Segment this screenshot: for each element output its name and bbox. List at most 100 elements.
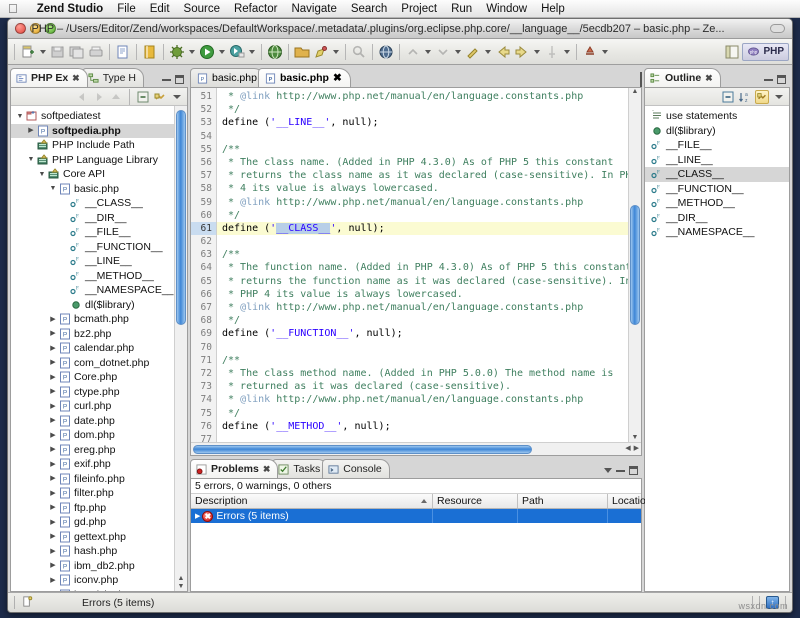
back-icon[interactable] [75, 90, 89, 104]
tree-item[interactable]: ▶Piconv.php [11, 573, 187, 588]
table-row[interactable]: ▶ ✖ Errors (5 items) [191, 509, 641, 523]
chevron-right-icon[interactable]: ▶ [48, 475, 58, 482]
code-line[interactable]: /** [217, 143, 628, 156]
tree-item[interactable]: ▶Pdate.php [11, 414, 187, 429]
tree-item[interactable]: ▶Pbcmath.php [11, 312, 187, 327]
profile-dropdown-icon[interactable] [249, 50, 255, 54]
tree-item[interactable]: ▶Pcom_dotnet.php [11, 356, 187, 371]
tree-item[interactable]: ▶Pcurl.php [11, 399, 187, 414]
problems-empty-area[interactable] [191, 523, 641, 591]
scroll-up-icon[interactable]: ▲ [178, 575, 185, 583]
scroll-up-icon[interactable]: ▲ [632, 88, 639, 96]
tree-item[interactable]: ▼softpediatest [11, 109, 187, 124]
last-edit-location-icon[interactable] [464, 43, 482, 61]
outline-item[interactable]: "use statements [645, 109, 789, 124]
last-edit-dropdown-icon[interactable] [485, 50, 491, 54]
outline-item[interactable]: F__LINE__ [645, 153, 789, 168]
back-icon[interactable] [494, 43, 512, 61]
tab-problems[interactable]: Problems ✖ [190, 459, 278, 478]
chevron-right-icon[interactable]: ▶ [48, 519, 58, 526]
code-line[interactable]: * The function name. (Added in PHP 4.3.0… [217, 261, 628, 274]
tab-outline[interactable]: Outline ✖ [644, 68, 721, 87]
tree-item[interactable]: ▼Core API [11, 167, 187, 182]
code-line[interactable]: * returned as it was declared (case-sens… [217, 380, 628, 393]
outline-item[interactable]: F__FILE__ [645, 138, 789, 153]
browser-icon[interactable] [266, 43, 284, 61]
menu-item-edit[interactable]: Edit [143, 3, 177, 15]
code-line[interactable]: define ('__CLASS__', null); [217, 222, 628, 235]
code-line[interactable]: */ [217, 407, 628, 420]
tree-item[interactable]: dl($library) [11, 298, 187, 313]
menu-item-zend-studio[interactable]: Zend Studio [30, 3, 110, 15]
chevron-right-icon[interactable]: ▶ [48, 345, 58, 352]
next-annotation-dropdown-icon[interactable] [455, 50, 461, 54]
forward-icon[interactable] [92, 90, 106, 104]
link-with-editor-icon[interactable] [153, 90, 167, 104]
close-icon[interactable]: ✖ [333, 72, 342, 84]
code-line[interactable] [217, 341, 628, 354]
code-line[interactable]: */ [217, 209, 628, 222]
explorer-vertical-scrollbar[interactable]: ▲ ▼ [174, 106, 187, 591]
open-perspective-icon[interactable] [723, 43, 741, 61]
maximize-view-icon[interactable] [777, 75, 786, 84]
minimize-view-icon[interactable] [764, 78, 773, 81]
expand-arrow-icon[interactable]: ▶ [195, 512, 200, 520]
debug-icon[interactable] [168, 43, 186, 61]
previous-annotation-icon[interactable] [404, 43, 422, 61]
menu-item-run[interactable]: Run [444, 3, 479, 15]
menu-item-file[interactable]: File [110, 3, 143, 15]
scroll-left-icon[interactable]: ◀ [625, 445, 630, 453]
view-menu-icon[interactable] [772, 90, 786, 104]
menu-item-project[interactable]: Project [394, 3, 444, 15]
outline-tree[interactable]: "use statementsdl($library)F__FILE__F__L… [645, 106, 789, 591]
code-line[interactable]: * PHP 4 its value is always lowercased. [217, 288, 628, 301]
outline-item[interactable]: F__NAMESPACE__ [645, 225, 789, 240]
save-icon[interactable] [49, 43, 67, 61]
cell-description[interactable]: ▶ ✖ Errors (5 items) [191, 509, 433, 523]
view-menu-icon[interactable] [170, 90, 184, 104]
tree-item[interactable]: ▶Pbz2.php [11, 327, 187, 342]
new-dropdown-icon[interactable] [40, 50, 46, 54]
annotation-marker-icon[interactable] [581, 43, 599, 61]
tree-item[interactable]: F__NAMESPACE__ [11, 283, 187, 298]
maximize-view-icon[interactable] [629, 466, 638, 475]
run-icon[interactable] [198, 43, 216, 61]
code-line[interactable]: * The class name. (Added in PHP 4.3.0) A… [217, 156, 628, 169]
menu-item-help[interactable]: Help [534, 3, 572, 15]
new-wizard-icon[interactable] [312, 43, 330, 61]
tree-item[interactable]: ▶Pibm_db2.php [11, 559, 187, 574]
code-line[interactable]: * @link http://www.php.net/manual/en/lan… [217, 393, 628, 406]
editor-vertical-scrollbar[interactable]: ▲ ▼ [628, 88, 641, 442]
edit-page-icon[interactable] [114, 43, 132, 61]
chevron-right-icon[interactable]: ▶ [48, 533, 58, 540]
column-header-path[interactable]: Path [518, 494, 608, 508]
outline-item[interactable]: dl($library) [645, 124, 789, 139]
print-icon[interactable] [87, 43, 105, 61]
tree-item[interactable]: F__CLASS__ [11, 196, 187, 211]
code-line[interactable]: define ('__METHOD__', null); [217, 420, 628, 433]
tree-item[interactable]: ▶Pctype.php [11, 385, 187, 400]
outline-item[interactable]: F__CLASS__ [645, 167, 789, 182]
tab-php-explorer[interactable]: PHP Ex ✖ [10, 68, 88, 87]
chevron-right-icon[interactable]: ▶ [48, 359, 58, 366]
code-line[interactable] [217, 235, 628, 248]
tree-item[interactable]: ▶Pfileinfo.php [11, 472, 187, 487]
tree-item[interactable]: F__LINE__ [11, 254, 187, 269]
chevron-right-icon[interactable]: ▶ [48, 316, 58, 323]
code-editor[interactable]: 5152535455565758596061626364656667686970… [190, 87, 642, 456]
code-line[interactable]: * 4 its value is always lowercased. [217, 182, 628, 195]
maximize-view-icon[interactable] [175, 75, 184, 84]
tree-item[interactable]: ▶Pgd.php [11, 515, 187, 530]
column-header-description[interactable]: Description [191, 494, 433, 508]
tab-console[interactable]: Console [322, 459, 390, 478]
tree-item[interactable]: ▶PCore.php [11, 370, 187, 385]
menu-item-search[interactable]: Search [344, 3, 394, 15]
code-line[interactable]: * @link http://www.php.net/manual/en/lan… [217, 90, 628, 103]
code-line[interactable] [217, 130, 628, 143]
code-line[interactable]: define ('__FUNCTION__', null); [217, 327, 628, 340]
chevron-right-icon[interactable]: ▶ [48, 374, 58, 381]
menu-item-source[interactable]: Source [177, 3, 227, 15]
tree-item[interactable]: ▶Pgettext.php [11, 530, 187, 545]
menu-item-navigate[interactable]: Navigate [284, 3, 343, 15]
scroll-right-icon[interactable]: ▶ [634, 445, 639, 453]
